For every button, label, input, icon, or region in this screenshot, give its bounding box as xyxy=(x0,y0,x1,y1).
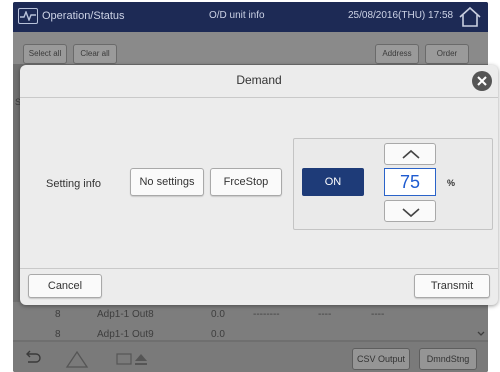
address-sort-button[interactable]: Address xyxy=(375,44,419,64)
datetime-label: 25/08/2016(THU) 17:58 xyxy=(348,10,454,21)
row-name: Adp1-1 Out9 xyxy=(97,329,154,340)
cancel-button[interactable]: Cancel xyxy=(28,274,102,298)
percent-unit: % xyxy=(447,178,456,188)
dialog-title: Demand xyxy=(236,73,282,87)
row-value: 0.0 xyxy=(211,309,225,320)
csv-output-button[interactable]: CSV Output xyxy=(352,348,410,370)
row-dash: -------- xyxy=(253,309,280,320)
home-icon[interactable] xyxy=(457,6,483,28)
on-button[interactable]: ON xyxy=(302,168,364,196)
bottom-bar: CSV Output DmndStng xyxy=(13,342,488,372)
row-number: 8 xyxy=(55,309,61,320)
status-pulse-icon[interactable] xyxy=(18,8,38,24)
row-dash: ---- xyxy=(318,309,332,320)
demand-dialog: Demand Setting info No settings FrceStop… xyxy=(20,65,498,305)
demand-value-field[interactable]: 75 xyxy=(384,168,436,196)
back-icon[interactable] xyxy=(23,350,43,366)
warning-icon[interactable] xyxy=(65,350,89,368)
header-bar: Operation/Status O/D unit info 25/08/201… xyxy=(13,2,488,32)
background-toolbar: Select all Clear all Address Order xyxy=(13,32,488,64)
chevron-down-icon xyxy=(402,208,420,218)
divider xyxy=(20,97,498,98)
unit-info-label: O/D unit info xyxy=(209,10,265,21)
screen-title: Operation/Status xyxy=(42,10,125,22)
background-list: 8 Adp1-1 Out8 0.0 -------- ---- ---- 8 A… xyxy=(13,302,488,340)
row-value: 0.0 xyxy=(211,329,225,340)
row-dash: ---- xyxy=(371,309,385,320)
demand-setting-button[interactable]: DmndStng xyxy=(419,348,477,370)
force-stop-button[interactable]: FrceStop xyxy=(210,168,282,196)
select-all-button[interactable]: Select all xyxy=(23,44,67,64)
no-settings-button[interactable]: No settings xyxy=(130,168,204,196)
scroll-down-icon[interactable] xyxy=(476,302,486,342)
table-row: 8 Adp1-1 Out8 0.0 -------- ---- ---- xyxy=(13,306,473,324)
divider xyxy=(20,268,498,269)
row-name: Adp1-1 Out8 xyxy=(97,309,154,320)
transmit-button[interactable]: Transmit xyxy=(414,274,490,298)
decrement-button[interactable] xyxy=(384,200,436,222)
chevron-up-icon xyxy=(402,149,420,159)
clear-all-button[interactable]: Clear all xyxy=(73,44,117,64)
close-icon[interactable] xyxy=(472,71,492,91)
row-number: 8 xyxy=(55,329,61,340)
order-sort-button[interactable]: Order xyxy=(425,44,469,64)
media-eject-icon[interactable] xyxy=(115,350,151,368)
setting-info-label: Setting info xyxy=(46,178,102,190)
increment-button[interactable] xyxy=(384,143,436,165)
